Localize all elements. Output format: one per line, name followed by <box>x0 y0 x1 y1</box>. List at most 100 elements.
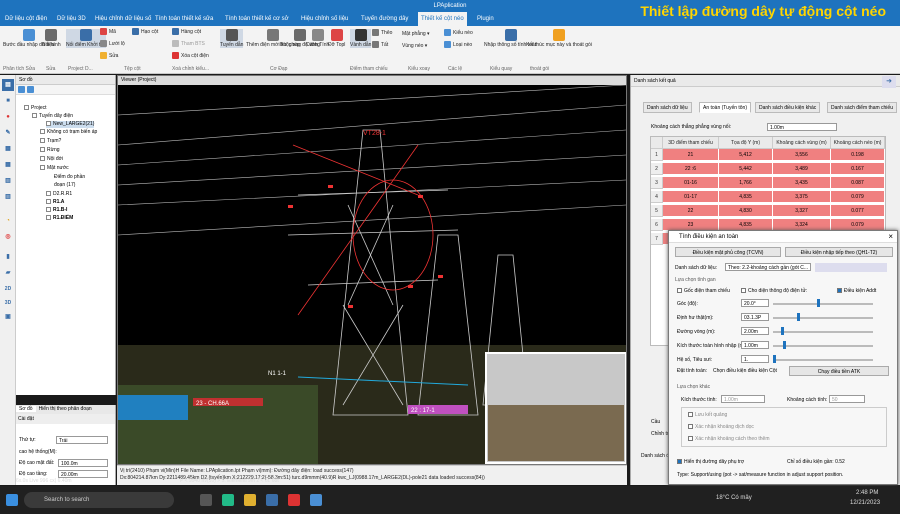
ket-thuc-button[interactable]: Kết thúc mục này và thoát gói <box>526 29 592 48</box>
row-number[interactable]: 2 <box>651 163 663 175</box>
field-slider[interactable] <box>773 345 873 347</box>
canh-tinh-button[interactable]: Cảnh Tính <box>306 29 329 48</box>
tree-node[interactable]: Điểm đo phần <box>54 174 85 181</box>
table-cell[interactable]: 01-16 <box>663 177 719 189</box>
tab-diem-tham-chieu[interactable]: Danh sách điểm tham chiếu <box>827 102 897 113</box>
edge-icon[interactable] <box>222 494 234 506</box>
kieu-neo-button[interactable]: Kiểu nèo <box>444 29 473 36</box>
table-cell[interactable]: 0.087 <box>831 177 885 189</box>
table-cell[interactable]: 01-17 <box>663 191 719 203</box>
tree-node[interactable]: D2.R.R1 <box>46 191 72 198</box>
source-toolbar[interactable] <box>815 263 887 272</box>
explorer-icon[interactable] <box>244 494 256 506</box>
qh1-tab[interactable]: Điều kiện nhập tiếp theo (QH1-T2) <box>785 247 893 257</box>
field-slider[interactable] <box>773 303 873 305</box>
close-icon[interactable]: × <box>888 232 893 241</box>
pin-icon[interactable]: ▣ <box>2 311 14 323</box>
field-input[interactable]: 20.0° <box>741 299 769 307</box>
chart-icon[interactable]: ▮ <box>2 251 14 263</box>
3d-icon[interactable]: 3D <box>2 297 14 309</box>
row-number[interactable]: 6 <box>651 219 663 231</box>
source-select[interactable]: Theo: 2.2-khoảng cách gần (gót C... <box>725 263 811 271</box>
taskview-icon[interactable] <box>200 494 212 506</box>
table-cell[interactable]: 0.077 <box>831 205 885 217</box>
lpapp-icon[interactable] <box>310 494 322 506</box>
table-cell[interactable]: 4,835 <box>719 191 773 203</box>
tree-node[interactable]: R1.ĐIỂM <box>46 215 73 222</box>
xoa-cot-dien-button[interactable]: Xóa cột điện <box>172 52 209 59</box>
hang-cot-button[interactable]: Hàng cột <box>172 28 201 35</box>
table-cell[interactable]: 22 <box>663 205 719 217</box>
luoi-lo-button[interactable]: Lưới lộ <box>100 40 125 47</box>
column-header[interactable]: 3D điểm tham chiếu <box>663 137 719 149</box>
opt-luu-ket-qua[interactable]: Lưu kết quảng <box>688 412 727 418</box>
row-number[interactable]: 3 <box>651 177 663 189</box>
row-number[interactable]: 1 <box>651 149 663 161</box>
tat-button[interactable]: Tất <box>372 41 388 48</box>
tab-plugin[interactable]: Plugin <box>474 12 497 26</box>
field-input[interactable]: 03.1.3P <box>741 313 769 321</box>
tab-hieu-chinh-so-lieu[interactable]: Hiệu chỉnh số liệu <box>298 12 351 26</box>
slider-knob[interactable] <box>773 355 776 363</box>
ok-icon[interactable]: ● <box>2 111 14 123</box>
tuyen-dan-button[interactable]: Tuyến dẫn <box>220 29 244 48</box>
vung-neo-button[interactable]: Vùng néo ▾ <box>402 43 427 49</box>
table-cell[interactable]: 0.198 <box>831 149 885 161</box>
dist-input[interactable]: 50 <box>829 395 865 403</box>
folder-icon[interactable] <box>27 86 34 93</box>
clock-date[interactable]: 12/21/2023 <box>850 500 880 506</box>
row-number[interactable]: 5 <box>651 205 663 217</box>
tham-bts-button[interactable]: Tham BTS <box>172 40 205 47</box>
size-input[interactable]: 1.00m <box>721 395 765 403</box>
cho-dien-checkbox[interactable]: Cho diện thông độ điện tử: <box>741 288 807 294</box>
table-cell[interactable]: 3,556 <box>773 149 831 161</box>
taskbar-search[interactable]: Search to search <box>24 492 174 508</box>
field-input[interactable]: 2.00m <box>741 327 769 335</box>
weather[interactable]: 18°C Có mây <box>716 495 752 501</box>
table-cell[interactable]: 1,766 <box>719 177 773 189</box>
map-icon[interactable]: ▦ <box>2 143 14 155</box>
2d-icon[interactable]: 2D <box>2 283 14 295</box>
table-cell[interactable]: 0.079 <box>831 191 885 203</box>
windows-start-icon[interactable] <box>6 494 18 506</box>
thu-tu-select[interactable]: Trái <box>56 436 108 444</box>
tree-node[interactable]: Mặt nước <box>40 165 69 172</box>
do-cao-tang-input[interactable]: 20.00m <box>58 470 108 478</box>
table-cell[interactable]: 5,412 <box>719 149 773 161</box>
field-slider[interactable] <box>773 359 873 361</box>
tree-node[interactable]: New_LARGE2(21) <box>46 121 95 128</box>
table-cell[interactable]: 3,435 <box>773 177 831 189</box>
table-cell[interactable]: 21 <box>663 149 719 161</box>
tree-node[interactable]: R1.A <box>46 199 64 206</box>
addt-checkbox[interactable]: Điều kiện Addt <box>837 288 876 294</box>
clock-time[interactable]: 2:48 PM <box>856 490 878 496</box>
tab-tinh-toan-sua[interactable]: Tính toán thiết kế sửa <box>152 12 216 26</box>
filter-select[interactable]: 1.00m <box>767 123 837 131</box>
column-icon[interactable]: ▥ <box>2 191 14 203</box>
do-topl-button[interactable]: Đỡ Topl <box>328 29 345 48</box>
sua-button[interactable]: Sửa <box>100 52 118 59</box>
tree-node[interactable]: Nội đới <box>40 156 63 163</box>
loai-neo-button[interactable]: Loại nèo <box>444 41 472 48</box>
tab-so-do[interactable]: Sơ đồ <box>16 406 36 412</box>
tab-an-toan[interactable]: An toàn (Tuyến tôn) <box>699 102 752 113</box>
table-cell[interactable]: 22 :6 <box>663 163 719 175</box>
table-cell[interactable]: 5,442 <box>719 163 773 175</box>
slider-knob[interactable] <box>783 341 786 349</box>
tree-node[interactable]: Tuyến dây điện <box>32 113 73 120</box>
mat-phang-button[interactable]: Mặt phẳng ▾ <box>402 31 430 37</box>
field-slider[interactable] <box>773 331 873 333</box>
table-icon[interactable]: ▥ <box>2 175 14 187</box>
row-number[interactable]: 7 <box>651 233 663 245</box>
do-cao-mat-dat-input[interactable]: 100.0m <box>58 459 108 467</box>
field-input[interactable]: 1.00m <box>741 341 769 349</box>
tab-danh-sach-du-lieu[interactable]: Danh sách dữ liệu <box>643 102 692 113</box>
tree-node[interactable]: Project <box>24 105 47 112</box>
table-cell[interactable]: 3,327 <box>773 205 831 217</box>
grid-icon[interactable]: ▦ <box>2 159 14 171</box>
goc-dien-checkbox[interactable]: Gốc điện tham chiếu <box>677 288 730 294</box>
tab-hien-thi[interactable]: Hiển thị theo phân đoạn <box>36 406 95 412</box>
app-icon[interactable] <box>266 494 278 506</box>
tcvn-tab[interactable]: Điều kiện mặt phủ công (TCVN) <box>675 247 781 257</box>
table-cell[interactable]: 3,489 <box>773 163 831 175</box>
